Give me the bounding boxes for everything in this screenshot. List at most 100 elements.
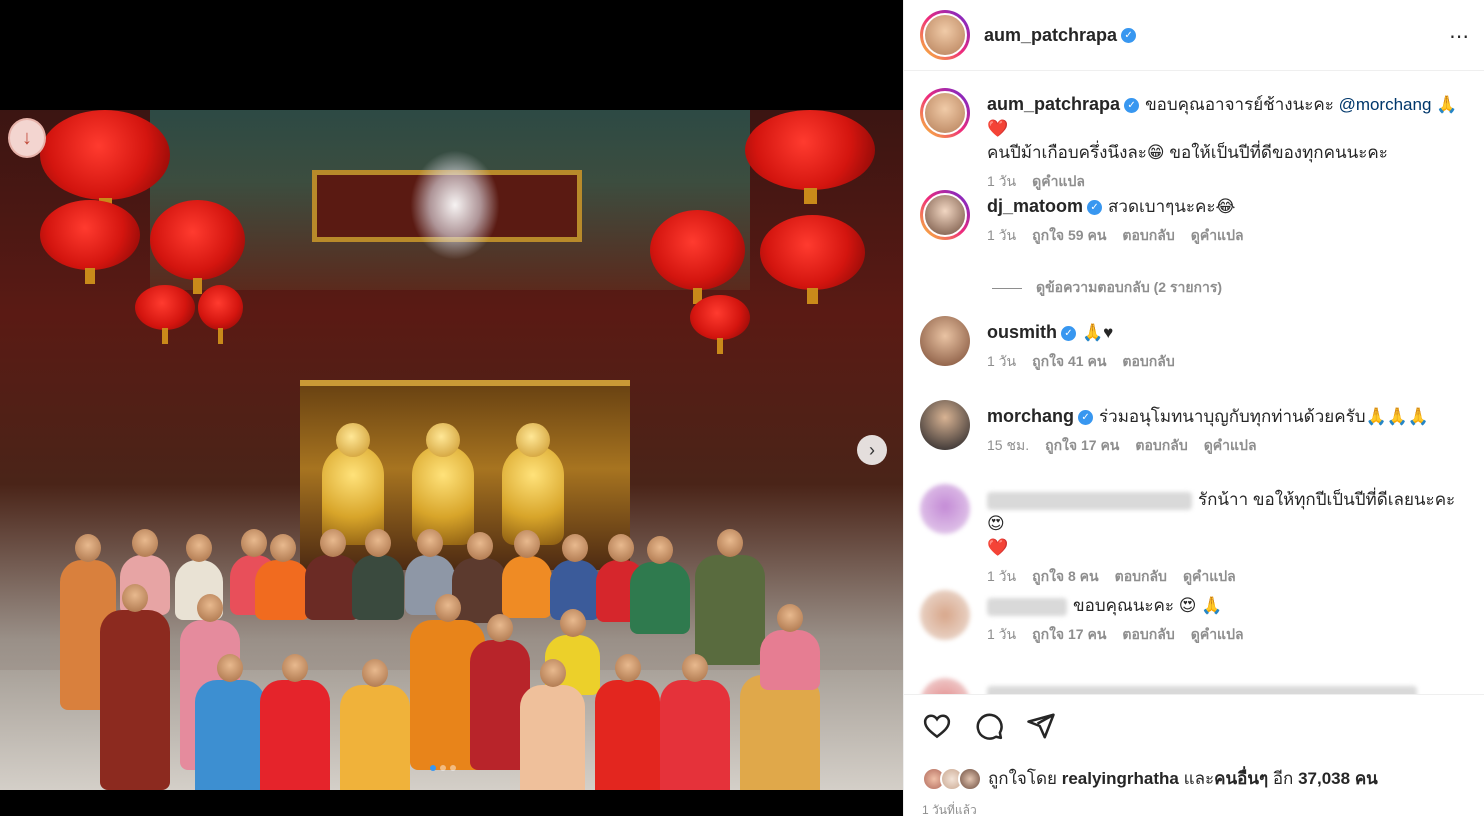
carousel-dot [440, 765, 446, 771]
comment-likes-count[interactable]: ถูกใจ 59 คน [1032, 225, 1106, 247]
photo-person [352, 529, 404, 620]
liker-avatars [922, 766, 982, 791]
comment-likes-count[interactable]: ถูกใจ 41 คน [1032, 351, 1106, 373]
comment-reply-button[interactable]: ตอบกลับ [1122, 351, 1174, 373]
comment-translate-button[interactable]: ดูคำแปล [1191, 225, 1244, 247]
comment-reply-button[interactable]: ตอบกลับ [1135, 435, 1187, 457]
download-icon[interactable]: ↓ [8, 118, 46, 158]
photo-person [340, 659, 410, 790]
likes-first-user[interactable]: realyingrhatha [1062, 769, 1179, 789]
photo-lantern [760, 215, 865, 304]
photo-person [195, 654, 265, 790]
photo-person [695, 529, 765, 665]
likes-others[interactable]: คนอื่นๆ [1214, 765, 1268, 792]
verified-badge-icon: ✓ [1078, 410, 1094, 426]
verified-badge-icon: ✓ [1061, 326, 1076, 342]
carousel-dot-active [430, 765, 436, 771]
comment-avatar[interactable] [920, 400, 970, 450]
photo-person [595, 654, 660, 790]
comment-translate-button[interactable]: ดูคำแปล [1191, 624, 1244, 646]
comment-avatar-blurred[interactable] [920, 678, 970, 694]
post-side-panel: aum_patchrapa ✓ ⋯ aum_patchrapa ✓ ขอบคุณอา… [903, 0, 1484, 816]
verified-badge-icon: ✓ [1087, 200, 1103, 216]
author-avatar[interactable] [920, 10, 970, 60]
caption-text-line-1: ขอบคุณอาจารย์ช้างนะคะ [1145, 95, 1334, 114]
more-options-icon[interactable]: ⋯ [1449, 24, 1470, 49]
comment-avatar-blurred[interactable] [920, 484, 970, 534]
comment-time[interactable]: 1 วัน [987, 624, 1016, 646]
caption-time[interactable]: 1 วัน [987, 171, 1016, 193]
likes-joiner: และ [1183, 769, 1215, 788]
likes-prefix: ถูกใจโดย [988, 769, 1057, 788]
photo-group-people [40, 529, 890, 790]
comment-likes-count[interactable]: ถูกใจ 8 คน [1032, 566, 1099, 588]
photo-person [260, 654, 330, 790]
photo-lantern [40, 110, 170, 214]
post-actions: ถูกใจโดย realyingrhatha และ คนอื่นๆ อีก 3… [904, 694, 1484, 816]
chevron-right-icon[interactable]: › [857, 435, 887, 465]
photo-person [660, 654, 730, 790]
photo-person [630, 536, 690, 634]
author-username[interactable]: aum_patchrapa [984, 25, 1117, 46]
comment-avatar[interactable] [920, 316, 970, 366]
likes-count-prefix: อีก [1272, 769, 1294, 788]
comments-list[interactable]: aum_patchrapa ✓ ขอบคุณอาจารย์ช้างนะคะ @mor… [904, 72, 1484, 694]
comment-time[interactable]: 1 วัน [987, 566, 1016, 588]
view-replies-line [992, 287, 1022, 289]
comment-text-line-2: ❤️ [987, 538, 1009, 557]
comment-reply-button[interactable]: ตอบกลับ [1122, 624, 1174, 646]
comment-likes-count[interactable]: ถูกใจ 17 คน [1032, 624, 1106, 646]
caption-avatar[interactable] [920, 88, 970, 138]
caption-mention-link[interactable]: @morchang [1339, 95, 1432, 114]
caption-text: aum_patchrapa ✓ ขอบคุณอาจารย์ช้างนะคะ @mor… [987, 92, 1465, 165]
liker-avatar [958, 766, 982, 791]
caption-translate-button[interactable]: ดูคำแปล [1032, 171, 1085, 193]
comment-translate-button[interactable]: ดูคำแปล [1183, 566, 1236, 588]
carousel-dots [430, 765, 456, 771]
comment-username[interactable]: dj_matoom [987, 196, 1083, 216]
heart-icon[interactable] [922, 711, 952, 741]
comment-text: ร่วมอนุโมทนาบุญกับทุกท่านด้วยครับ🙏🙏🙏 [1099, 407, 1430, 426]
post-header: aum_patchrapa ✓ ⋯ [904, 0, 1484, 71]
likes-count[interactable]: 37,038 [1298, 769, 1350, 789]
post-time[interactable]: 1 วันที่แล้ว [922, 801, 977, 816]
photo-person [760, 604, 820, 690]
comment-text: สวดเบาๆนะคะ😂 [1108, 197, 1236, 216]
likes-summary[interactable]: ถูกใจโดย realyingrhatha และ คนอื่นๆ อีก 3… [922, 765, 1378, 792]
comment-reply-button[interactable]: ตอบกลับ [1122, 225, 1174, 247]
photo-lantern [150, 200, 245, 294]
comment-time[interactable]: 15 ชม. [987, 435, 1029, 457]
blurred-comment-text [987, 685, 1417, 694]
caption-meta: 1 วัน ดูคำแปล [987, 171, 1465, 193]
comment-time[interactable]: 1 วัน [987, 225, 1016, 247]
photo-person [100, 584, 170, 790]
photo-lantern [135, 285, 195, 344]
photo-lantern [198, 285, 243, 344]
view-replies-label: ดูข้อความตอบกลับ (2 รายการ) [1036, 279, 1223, 295]
share-icon[interactable] [1026, 711, 1056, 741]
comment-avatar-blurred[interactable] [920, 590, 970, 640]
comment-likes-count[interactable]: ถูกใจ 17 คน [1045, 435, 1119, 457]
verified-badge-icon: ✓ [1121, 27, 1137, 43]
comment-text: ขอบคุณนะคะ 😍 🙏 [1073, 596, 1223, 615]
comment-translate-button[interactable]: ดูคำแปล [1204, 435, 1257, 457]
blurred-username [987, 597, 1067, 616]
comment-icon[interactable] [974, 711, 1004, 741]
view-replies-button[interactable]: ดูข้อความตอบกลับ (2 รายการ) [992, 277, 1222, 299]
comment-username[interactable]: morchang [987, 406, 1074, 426]
photo-chandelier [410, 150, 500, 260]
photo-person [740, 649, 820, 790]
post-photo[interactable] [0, 110, 903, 790]
photo-person [502, 530, 552, 618]
likes-count-suffix: คน [1354, 769, 1378, 788]
comment-reply-button[interactable]: ตอบกลับ [1115, 566, 1167, 588]
comment-avatar[interactable] [920, 190, 970, 240]
comment-text: 🙏♥ [1082, 323, 1114, 342]
comment-username[interactable]: ousmith [987, 322, 1057, 342]
photo-lantern [650, 210, 745, 304]
comment-time[interactable]: 1 วัน [987, 351, 1016, 373]
carousel-dot [450, 765, 456, 771]
photo-lantern [745, 110, 875, 204]
caption-username[interactable]: aum_patchrapa [987, 94, 1120, 114]
photo-lantern [690, 295, 750, 354]
